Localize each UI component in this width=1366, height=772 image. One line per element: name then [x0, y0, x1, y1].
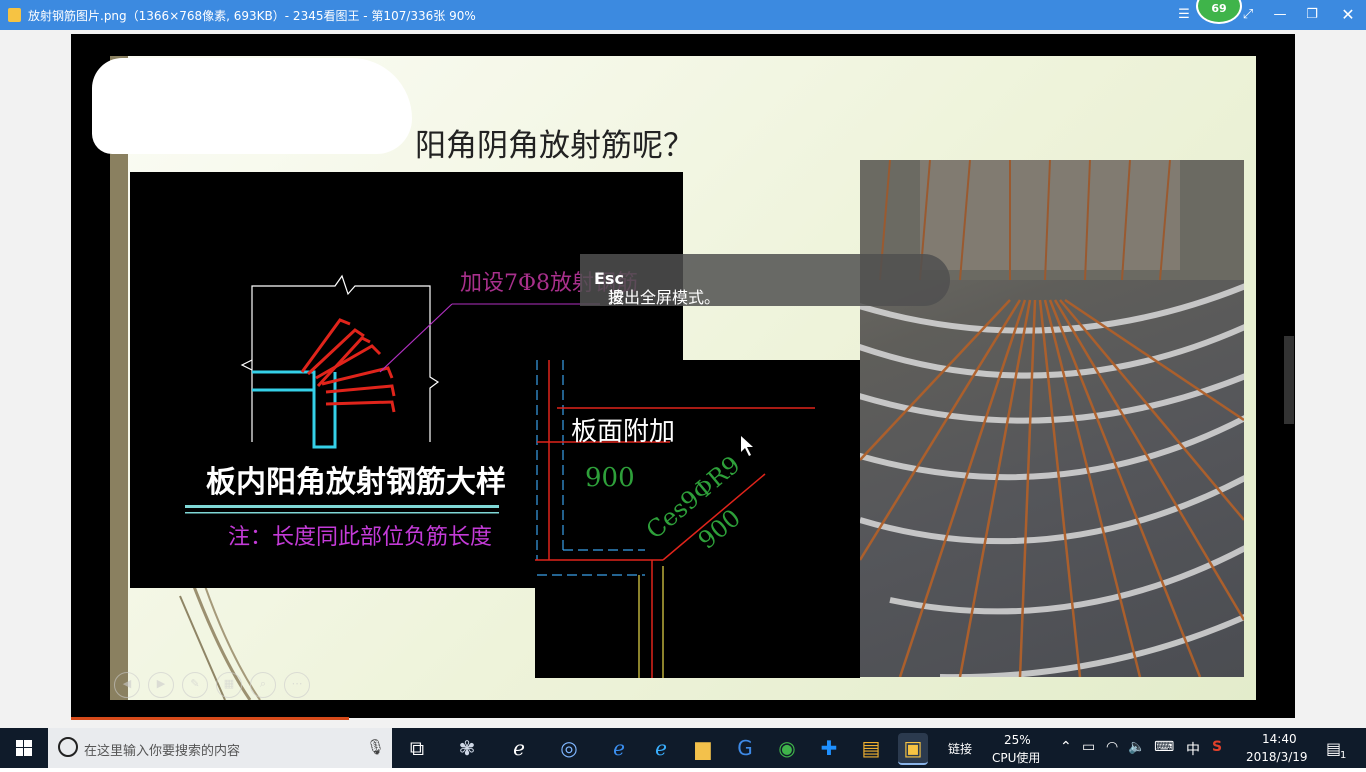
- search-placeholder: 在这里输入你要搜索的内容: [84, 744, 241, 759]
- spiral-app-icon[interactable]: ◎: [554, 733, 584, 763]
- mouse-cursor-icon: [741, 436, 753, 456]
- cad-note: 注：长度同此部位负筋长度: [228, 525, 492, 550]
- taskbar: 在这里输入你要搜索的内容 🎙 ⧉ ✾ ℯ ◎ ℯ ℯ ▆ G ◉ ✚ ▤ ▣ 链…: [0, 728, 1366, 768]
- image-viewer-icon: [8, 8, 21, 22]
- wifi-icon[interactable]: ◠: [1106, 739, 1118, 755]
- slide-title: 阳角阴角放射筋呢？: [415, 128, 694, 164]
- window-title: 放射钢筋图片.png（1366×768像素, 693KB）- 2345看图王 -…: [28, 9, 476, 23]
- cortana-circle-icon: [58, 737, 78, 757]
- redaction-blob: [92, 58, 412, 154]
- cpu-label: CPU使用: [992, 751, 1041, 765]
- action-center-icon[interactable]: ▤: [1326, 739, 1341, 758]
- battery-icon[interactable]: ▭: [1082, 739, 1095, 755]
- zoom-icon[interactable]: ⌕: [250, 672, 276, 698]
- next-slide-icon[interactable]: ▶: [148, 672, 174, 698]
- side-panel-handle[interactable]: [1284, 336, 1294, 424]
- rebar-photo-illustration: [860, 160, 1244, 677]
- rebar-photo: [860, 160, 1244, 677]
- notification-count: 1: [1340, 750, 1347, 761]
- loading-progress: [71, 717, 349, 720]
- start-button[interactable]: [0, 728, 48, 768]
- microphone-icon[interactable]: 🎙: [366, 738, 385, 756]
- file-explorer-icon[interactable]: ▆: [688, 733, 718, 763]
- slides-grid-icon[interactable]: ▦: [216, 672, 242, 698]
- cad2-dim-3: 900: [693, 504, 746, 555]
- fullscreen-exit-hint: 按 Esc 退出全屏模式。: [580, 254, 950, 307]
- show-hidden-icons-icon[interactable]: ⌃: [1060, 739, 1072, 755]
- clock-time[interactable]: 14:40: [1262, 732, 1297, 746]
- close-button[interactable]: ✕: [1338, 5, 1358, 25]
- maximize-button[interactable]: ❐: [1302, 5, 1322, 25]
- minimize-button[interactable]: —: [1270, 5, 1290, 25]
- sogou-ime-icon[interactable]: S: [1212, 739, 1222, 755]
- g-app-icon[interactable]: G: [730, 733, 760, 763]
- task-view-icon[interactable]: ⧉: [402, 733, 432, 763]
- clock-date[interactable]: 2018/3/19: [1246, 750, 1308, 764]
- esc-hint-suffix: 退出全屏模式。: [608, 288, 721, 307]
- more-options-icon[interactable]: ⋯: [284, 672, 310, 698]
- cad2-dim-1: 900: [585, 463, 635, 493]
- pinwheel-app-icon[interactable]: ✾: [452, 733, 482, 763]
- windows-logo-icon: [16, 740, 32, 756]
- cpu-percent: 25%: [1004, 733, 1031, 747]
- browser-360-icon[interactable]: ◉: [772, 733, 802, 763]
- pen-icon[interactable]: ✎: [182, 672, 208, 698]
- cad-drawing-slab-detail: 板面附加 900 Ces9ΦR9 900: [535, 360, 860, 678]
- taskbar-search-box[interactable]: 在这里输入你要搜索的内容 🎙: [48, 728, 392, 768]
- edge-browser-icon[interactable]: ℯ: [604, 733, 634, 763]
- menu-icon[interactable]: ☰: [1174, 5, 1194, 25]
- prev-slide-icon[interactable]: ◀: [114, 672, 140, 698]
- volume-icon[interactable]: 🔈: [1128, 739, 1145, 755]
- slab-rebar-drawing: 板面附加 900 Ces9ΦR9 900: [535, 360, 815, 678]
- blue-cross-app-icon[interactable]: ✚: [814, 733, 844, 763]
- notification-badge[interactable]: 69: [1196, 0, 1242, 24]
- ime-mode[interactable]: 中: [1186, 739, 1200, 759]
- window-titlebar: 放射钢筋图片.png（1366×768像素, 693KB）- 2345看图王 -…: [0, 0, 1366, 30]
- notes-app-icon[interactable]: ▤: [856, 733, 886, 763]
- keyboard-icon[interactable]: ⌨: [1154, 739, 1174, 755]
- link-toolbar-label[interactable]: 链接: [948, 740, 972, 757]
- fullscreen-icon[interactable]: ⤢: [1238, 5, 1258, 25]
- ie-blue-icon[interactable]: ℯ: [646, 733, 676, 763]
- cad-caption: 板内阳角放射钢筋大样: [206, 465, 506, 500]
- cad2-label: 板面附加: [571, 417, 675, 447]
- image-viewer-taskbar-icon[interactable]: ▣: [898, 733, 928, 765]
- ie-browser-icon[interactable]: ℯ: [504, 733, 534, 763]
